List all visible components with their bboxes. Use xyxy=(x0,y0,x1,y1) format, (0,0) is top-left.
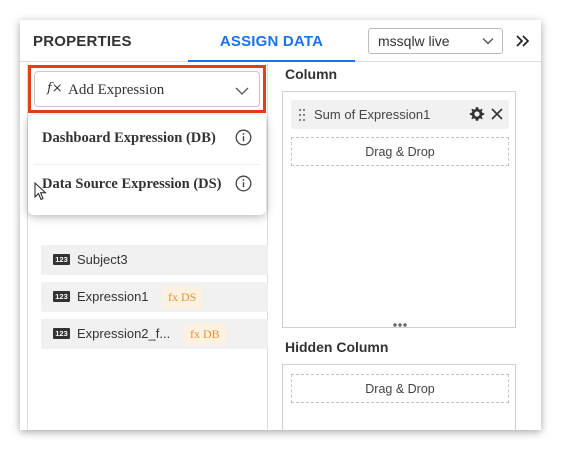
info-icon[interactable] xyxy=(235,175,252,192)
menu-item-label: Data Source Expression (DS) xyxy=(42,176,222,192)
field-label: Subject3 xyxy=(77,252,128,267)
expression-ds-badge: fx DS xyxy=(162,286,203,308)
tab-assign-data[interactable]: ASSIGN DATA xyxy=(188,20,355,62)
mouse-cursor-icon xyxy=(34,182,47,201)
menu-item-label: Dashboard Expression (DB) xyxy=(42,130,216,146)
expression-db-badge: fx DB xyxy=(184,323,226,345)
chevron-down-icon xyxy=(482,38,494,45)
resize-handle-icon[interactable] xyxy=(392,322,408,328)
add-expression-button[interactable]: f× Add Expression xyxy=(34,71,260,107)
column-drag-drop-slot[interactable]: Drag & Drop xyxy=(291,137,509,166)
column-drop-area[interactable]: Sum of Expression1 Drag & Drop xyxy=(282,91,516,328)
chevron-down-icon xyxy=(235,87,249,95)
numeric-type-icon: 123 xyxy=(53,291,70,302)
add-expression-highlight: f× Add Expression xyxy=(28,65,266,113)
field-item-subject3[interactable]: 123 Subject3 xyxy=(41,245,268,275)
info-icon[interactable] xyxy=(235,129,252,146)
column-section-title: Column xyxy=(285,66,338,82)
datasource-select-value: mssqlw live xyxy=(378,33,450,49)
function-icon: f× xyxy=(47,81,63,96)
datasource-select[interactable]: mssqlw live xyxy=(368,28,503,54)
grip-icon[interactable] xyxy=(298,108,306,122)
menu-item-dashboard-expression[interactable]: Dashboard Expression (DB) xyxy=(28,115,266,161)
panel-header: PROPERTIES ASSIGN DATA mssqlw live xyxy=(20,20,541,62)
hidden-column-drag-drop-slot[interactable]: Drag & Drop xyxy=(291,374,509,403)
close-icon[interactable] xyxy=(490,107,504,121)
assign-data-panel: PROPERTIES ASSIGN DATA mssqlw live f× Ad… xyxy=(20,20,541,430)
field-label: Expression2_f... xyxy=(77,326,171,341)
add-expression-label: Add Expression xyxy=(68,82,165,98)
numeric-type-icon: 123 xyxy=(53,254,70,265)
tab-properties[interactable]: PROPERTIES xyxy=(33,33,132,50)
field-item-expression2[interactable]: 123 Expression2_f... fx DB xyxy=(41,319,268,349)
hidden-column-drop-area[interactable]: Drag & Drop xyxy=(282,364,516,430)
numeric-type-icon: 123 xyxy=(53,328,70,339)
column-field-label: Sum of Expression1 xyxy=(314,107,431,122)
field-label: Expression1 xyxy=(77,289,149,304)
field-item-expression1[interactable]: 123 Expression1 fx DS xyxy=(41,282,268,312)
menu-item-datasource-expression[interactable]: Data Source Expression (DS) xyxy=(28,161,266,207)
expression-dropdown-menu: Dashboard Expression (DB) Data Source Ex… xyxy=(28,115,266,215)
column-field-chip[interactable]: Sum of Expression1 xyxy=(291,100,509,129)
hidden-column-section-title: Hidden Column xyxy=(285,339,389,355)
gear-icon[interactable] xyxy=(469,106,485,122)
double-chevron-right-icon[interactable] xyxy=(514,32,532,50)
